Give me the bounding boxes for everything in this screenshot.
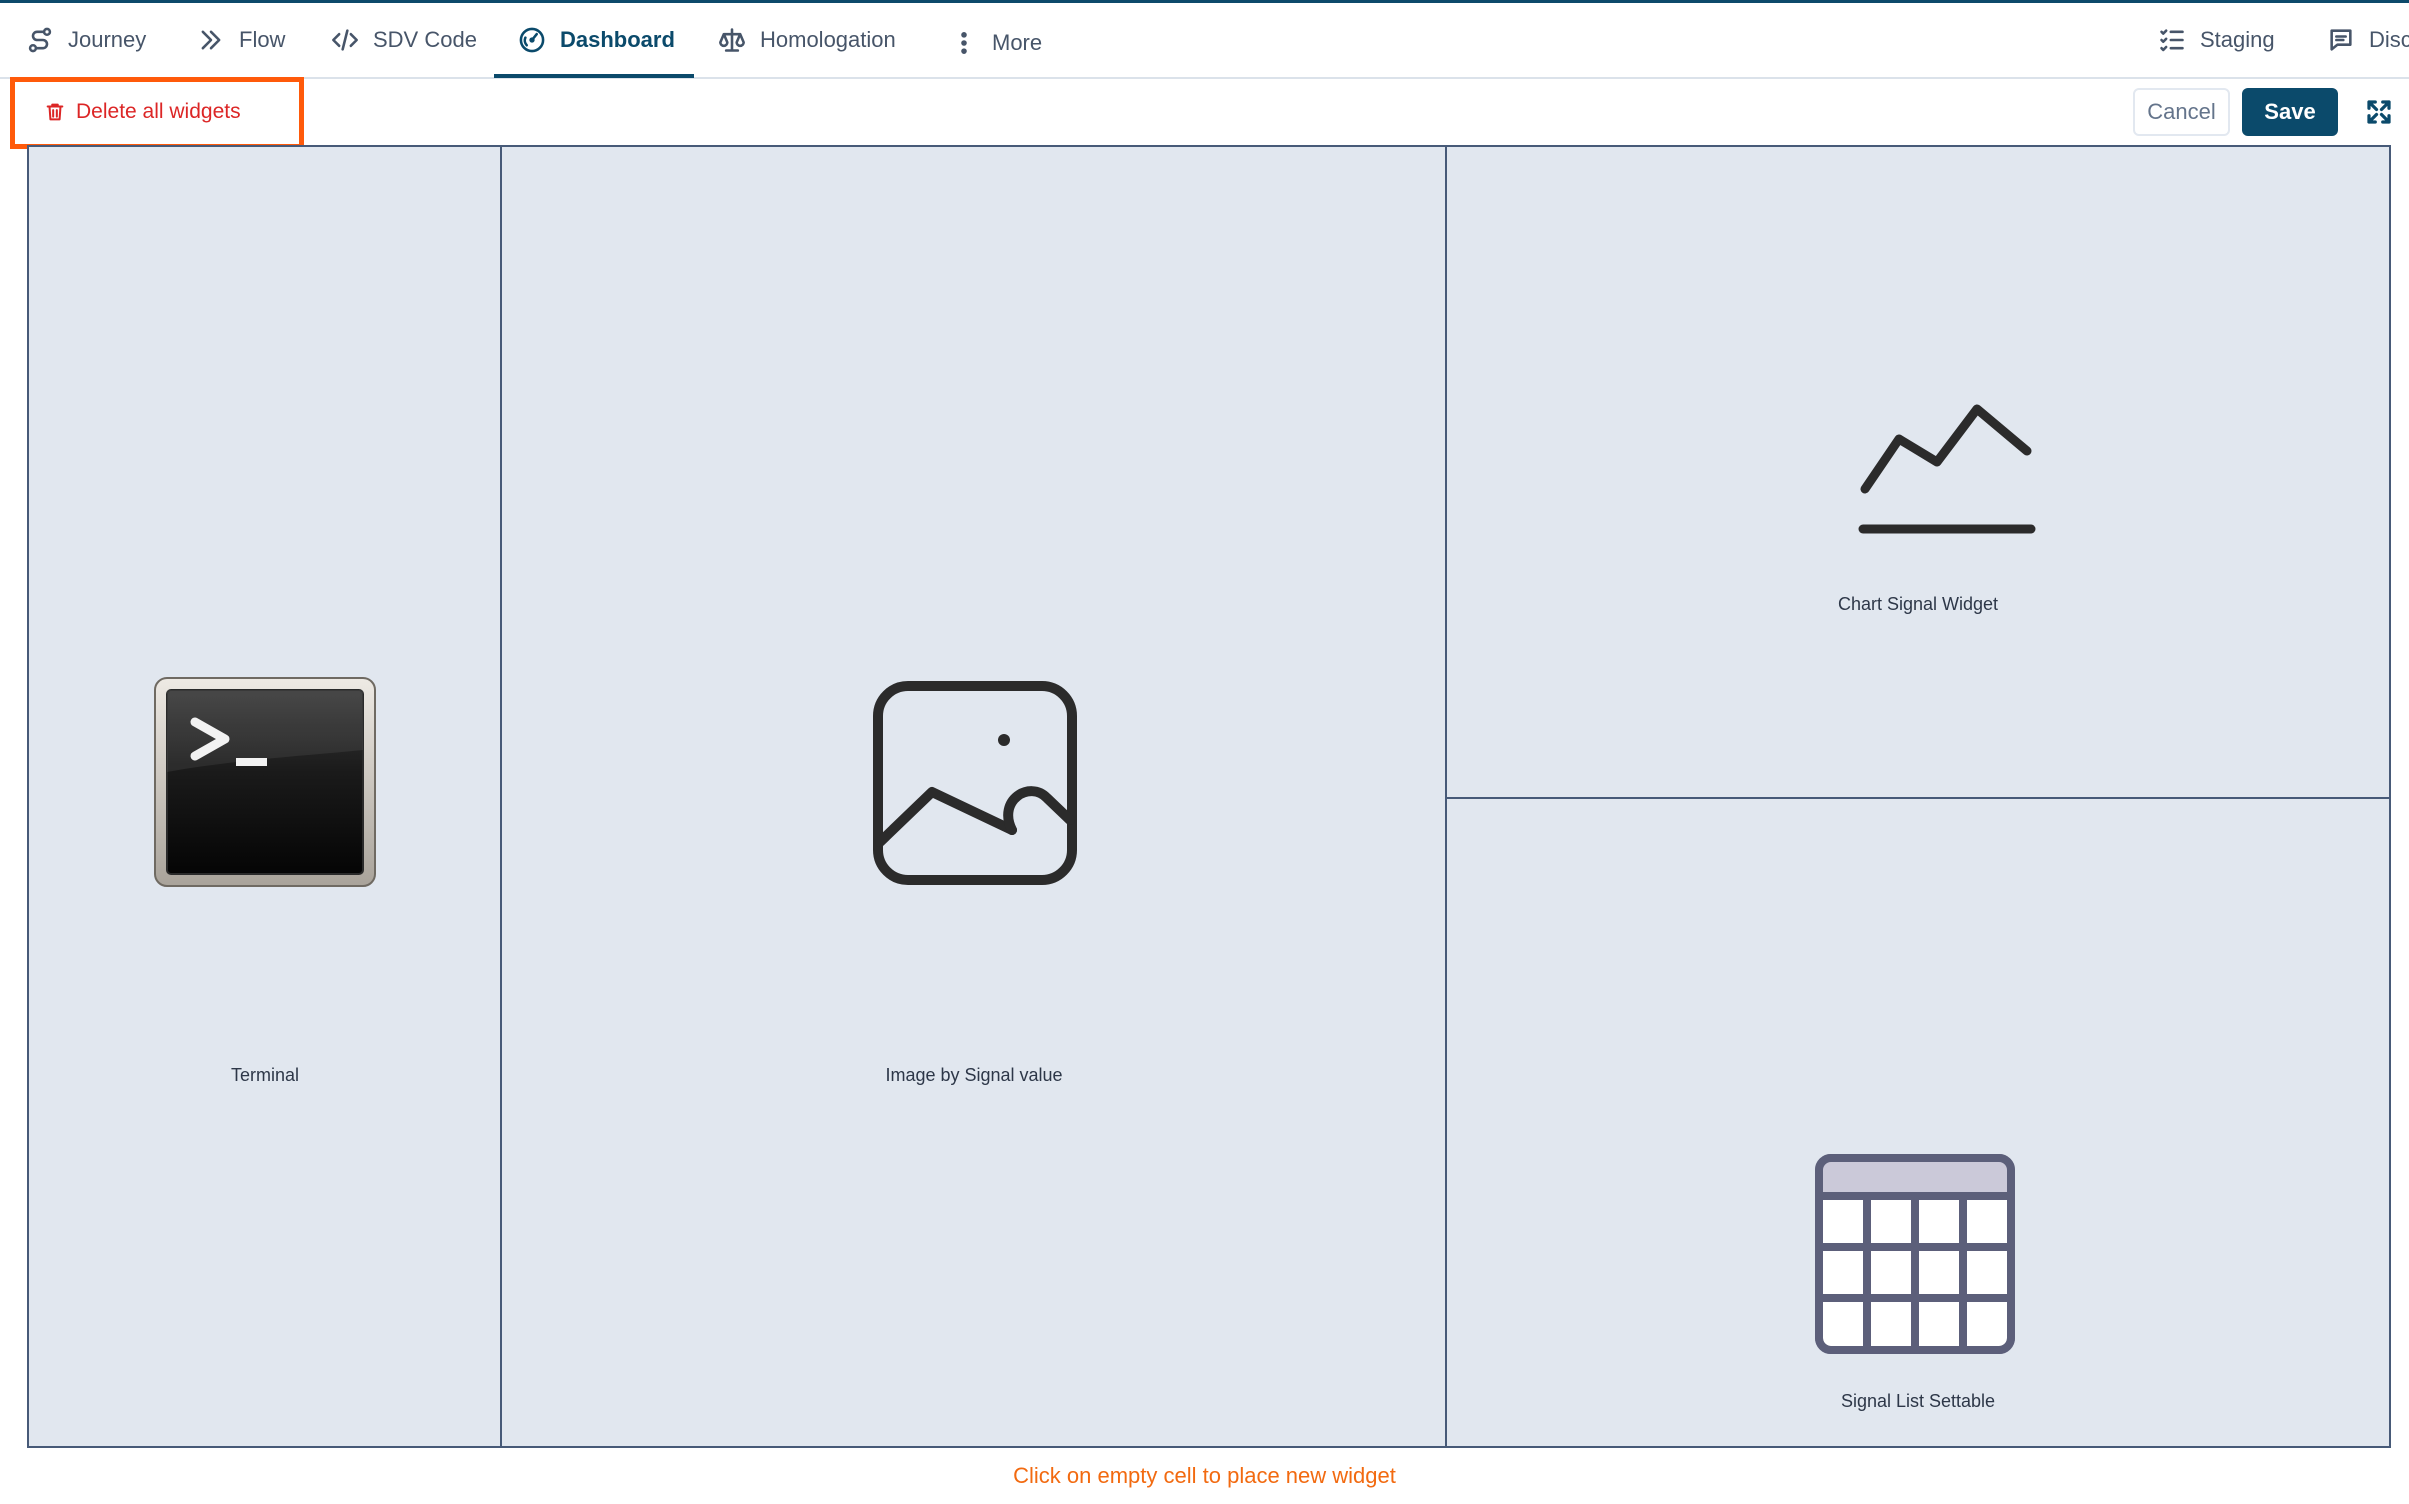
gauge-icon <box>518 26 546 54</box>
tab-more[interactable]: More <box>950 6 1042 80</box>
widget-cell-image[interactable]: Image by Signal value <box>502 147 1447 1446</box>
delete-all-widgets-button[interactable]: Delete all widgets <box>44 96 241 128</box>
dashboard-grid: Terminal Image by Signal value Chart Sig… <box>27 145 2391 1448</box>
discussion-label: Disc <box>2369 27 2409 52</box>
save-button[interactable]: Save <box>2242 88 2338 136</box>
tab-label: Dashboard <box>560 27 675 52</box>
terminal-icon <box>154 677 376 887</box>
image-icon <box>873 681 1077 885</box>
line-chart-icon <box>1858 404 2036 534</box>
code-icon <box>331 26 359 54</box>
message-icon <box>2327 26 2355 54</box>
table-icon <box>1815 1154 2015 1354</box>
active-tab-indicator <box>494 74 694 78</box>
journey-icon <box>26 26 54 54</box>
staging-button[interactable]: Staging <box>2158 3 2275 77</box>
widget-title: Image by Signal value <box>885 1065 1063 1085</box>
tab-label: Homologation <box>760 27 896 52</box>
placement-hint: Click on empty cell to place new widget <box>1013 1463 1396 1488</box>
tab-dashboard[interactable]: Dashboard <box>518 3 675 77</box>
widget-title: Terminal <box>230 1065 300 1085</box>
delete-all-widgets-label: Delete all widgets <box>76 100 241 123</box>
top-nav: Journey Flow SDV Code Dashboard Homologa… <box>0 3 2409 79</box>
widget-cell-terminal[interactable]: Terminal <box>29 147 502 1446</box>
tab-sdv-code[interactable]: SDV Code <box>331 3 477 77</box>
trash-icon <box>46 103 64 121</box>
widget-title: Chart Signal Widget <box>1837 594 1999 614</box>
tab-homologation[interactable]: Homologation <box>718 3 896 77</box>
tab-flow[interactable]: Flow <box>197 3 285 77</box>
tab-label: Journey <box>68 27 147 52</box>
widget-title: Signal List Settable <box>1840 1391 1996 1411</box>
double-chevron-right-icon <box>197 26 225 54</box>
dashboard-toolbar <box>0 79 2409 145</box>
tab-label: Flow <box>239 27 286 52</box>
discussion-button[interactable]: Disc <box>2327 3 2409 77</box>
fullscreen-icon[interactable] <box>2364 97 2394 127</box>
vertical-dots-icon <box>950 29 978 57</box>
tab-label: More <box>992 30 1043 55</box>
cancel-button[interactable]: Cancel <box>2133 88 2230 136</box>
tab-journey[interactable]: Journey <box>26 3 146 77</box>
widget-cell-signal-list[interactable]: Signal List Settable <box>1447 799 2389 1446</box>
staging-label: Staging <box>2200 27 2275 52</box>
tab-label: SDV Code <box>373 27 477 52</box>
widget-cell-chart[interactable]: Chart Signal Widget <box>1447 147 2389 799</box>
scale-icon <box>718 26 746 54</box>
checklist-icon <box>2158 26 2186 54</box>
